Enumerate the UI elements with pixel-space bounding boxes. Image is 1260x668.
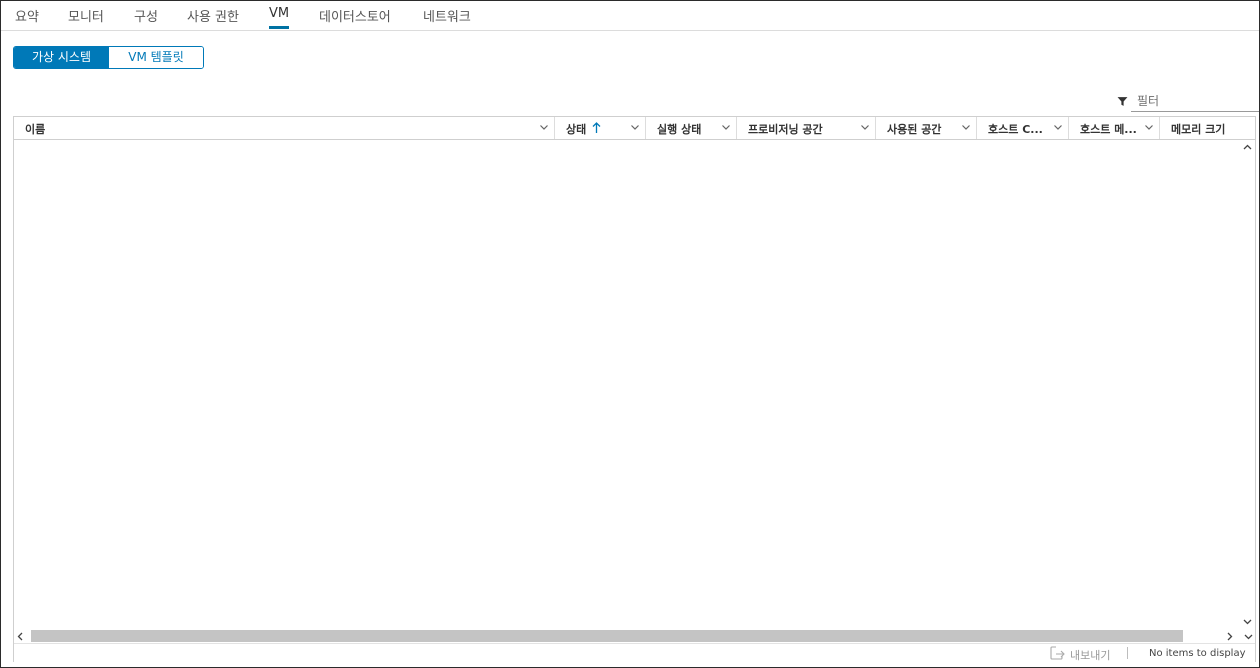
column-header-power-state[interactable]: 실행 상태	[646, 117, 737, 139]
column-header-host-cpu[interactable]: 호스트 C...	[977, 117, 1069, 139]
filter-box	[1117, 91, 1259, 112]
horizontal-scroll-thumb[interactable]	[31, 630, 1183, 642]
datagrid-footer: 내보내기 No items to display	[14, 643, 1255, 662]
chevron-down-icon[interactable]	[1144, 122, 1154, 132]
column-header-host-memory[interactable]: 호스트 메...	[1069, 117, 1160, 139]
column-header-used-space[interactable]: 사용된 공간	[876, 117, 977, 139]
column-header-name[interactable]: 이름	[14, 117, 555, 139]
footer-divider	[1127, 647, 1128, 659]
chevron-left-icon[interactable]	[16, 632, 25, 641]
vm-list-panel: 요약 모니터 구성 사용 권한 VM 데이터스토어 네트워크 가상 시스템 VM…	[0, 0, 1260, 668]
vm-datagrid: 이름 상태 실행 상태 프로비저닝 공간 사용된 공간 호스트 C... 호스트…	[13, 116, 1256, 662]
tab-summary[interactable]: 요약	[15, 6, 39, 30]
object-tabs: 요약 모니터 구성 사용 권한 VM 데이터스토어 네트워크	[1, 1, 1259, 31]
chevron-down-icon[interactable]	[630, 122, 640, 132]
column-header-provisioned-space[interactable]: 프로비저닝 공간	[737, 117, 876, 139]
tab-vms[interactable]: VM	[269, 6, 290, 30]
column-header-memory-size[interactable]: 메모리 크기	[1160, 117, 1255, 139]
tab-permissions[interactable]: 사용 권한	[187, 6, 239, 30]
column-label: 이름	[25, 123, 46, 136]
sort-ascending-icon	[592, 122, 601, 133]
tab-monitor[interactable]: 모니터	[68, 6, 104, 30]
vm-type-toggle: 가상 시스템 VM 템플릿	[13, 46, 204, 69]
chevron-down-icon[interactable]	[860, 122, 870, 132]
tab-configure[interactable]: 구성	[134, 6, 158, 30]
filter-input[interactable]	[1131, 91, 1259, 112]
column-label: 상태	[566, 123, 587, 136]
column-label: 호스트 C...	[988, 123, 1043, 136]
chevron-down-icon[interactable]	[961, 122, 971, 132]
chevron-up-icon[interactable]	[1243, 143, 1252, 152]
chevron-down-icon[interactable]	[1243, 617, 1252, 626]
export-icon[interactable]	[1050, 646, 1066, 660]
vertical-scrollbar[interactable]	[1239, 140, 1255, 629]
virtual-machines-toggle-button[interactable]: 가상 시스템	[14, 47, 109, 68]
tab-datastores[interactable]: 데이터스토어	[319, 6, 391, 30]
filter-icon	[1117, 97, 1128, 106]
column-label: 프로비저닝 공간	[748, 123, 823, 136]
column-label: 호스트 메...	[1080, 123, 1137, 136]
chevron-down-icon[interactable]	[539, 122, 549, 132]
export-button[interactable]: 내보내기	[1070, 647, 1110, 663]
datagrid-header: 이름 상태 실행 상태 프로비저닝 공간 사용된 공간 호스트 C... 호스트…	[14, 117, 1255, 140]
column-label: 메모리 크기	[1171, 123, 1226, 136]
vm-templates-toggle-button[interactable]: VM 템플릿	[109, 47, 203, 68]
items-count-status: No items to display	[1149, 648, 1246, 659]
chevron-down-icon[interactable]	[1244, 632, 1253, 641]
chevron-right-icon[interactable]	[1225, 632, 1234, 641]
tab-networks[interactable]: 네트워크	[423, 6, 471, 30]
column-label: 실행 상태	[657, 123, 702, 136]
column-label: 사용된 공간	[887, 123, 942, 136]
horizontal-scrollbar[interactable]	[14, 629, 1255, 643]
chevron-down-icon[interactable]	[721, 122, 731, 132]
chevron-down-icon[interactable]	[1053, 122, 1063, 132]
datagrid-body	[14, 140, 1238, 629]
column-header-status[interactable]: 상태	[555, 117, 646, 139]
